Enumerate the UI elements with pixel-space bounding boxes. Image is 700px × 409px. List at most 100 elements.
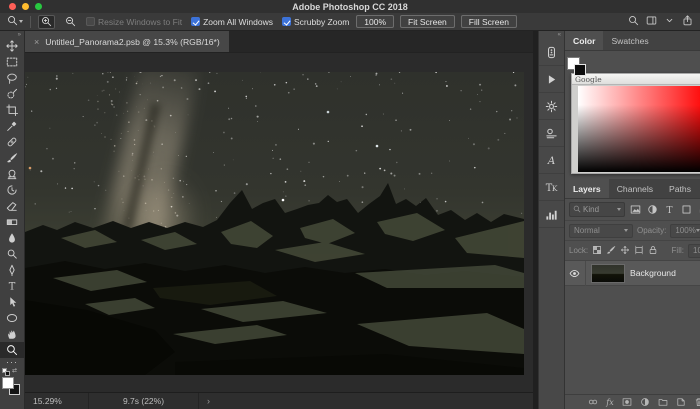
- checkbox-zoom-all-windows[interactable]: Zoom All Windows: [191, 17, 273, 27]
- eyedropper-tool[interactable]: [0, 118, 25, 134]
- checkbox-box[interactable]: [282, 17, 291, 26]
- fill-select[interactable]: 100%: [688, 244, 700, 258]
- color-tab-color[interactable]: Color: [565, 31, 603, 50]
- dock-properties-icon[interactable]: [539, 39, 565, 66]
- hand-tool[interactable]: [0, 326, 25, 342]
- google-overlay-window[interactable]: Google □ ×: [571, 73, 700, 174]
- history-brush-tool[interactable]: [0, 182, 25, 198]
- dock-tone-icon[interactable]: [539, 120, 565, 147]
- search-icon: [573, 205, 581, 215]
- chevron-down-icon[interactable]: [664, 15, 675, 28]
- lasso-tool[interactable]: [0, 70, 25, 86]
- layers-tab-layers[interactable]: Layers: [565, 179, 609, 198]
- new-adjustment-icon[interactable]: [640, 397, 650, 407]
- layer-visibility-icon[interactable]: [569, 268, 580, 279]
- checkbox-box[interactable]: [191, 17, 200, 26]
- checkbox-scrubby-zoom[interactable]: Scrubby Zoom: [282, 17, 349, 27]
- delete-layer-icon[interactable]: [694, 397, 700, 407]
- lock-all-icon[interactable]: [648, 245, 658, 257]
- eraser-tool[interactable]: [0, 198, 25, 214]
- healing-tool[interactable]: [0, 134, 25, 150]
- layers-blend-row: Normal Opacity: 100%: [565, 221, 700, 241]
- link-layers-icon[interactable]: [588, 397, 598, 407]
- close-window-icon[interactable]: [9, 3, 16, 10]
- color-tab-swatches[interactable]: Swatches: [603, 31, 656, 50]
- dock-tk-actions-icon[interactable]: TK: [539, 174, 565, 201]
- add-mask-icon[interactable]: [622, 397, 632, 407]
- zoom-in-button[interactable]: [38, 15, 55, 29]
- new-group-icon[interactable]: [658, 397, 668, 407]
- zoom-tool[interactable]: [0, 342, 25, 358]
- switch-colors-icon[interactable]: ⇄: [12, 367, 17, 374]
- zoom-out-button[interactable]: [62, 15, 79, 29]
- filter-pixel-layers-icon[interactable]: [630, 204, 641, 215]
- document-tab[interactable]: × Untitled_Panorama2.psb @ 15.3% (RGB/16…: [25, 31, 229, 52]
- blend-mode-select[interactable]: Normal: [569, 224, 633, 238]
- edit-toolbar-icon[interactable]: ···: [6, 358, 18, 367]
- layer-thumbnail[interactable]: [591, 264, 625, 283]
- layers-tab-channels[interactable]: Channels: [609, 179, 661, 198]
- tool-preset[interactable]: [7, 15, 23, 28]
- dock-histogram-icon[interactable]: [539, 201, 565, 228]
- status-flyout-icon[interactable]: ›: [207, 396, 210, 406]
- dock-actions-icon[interactable]: [539, 66, 565, 93]
- dock-light-source-icon[interactable]: [539, 93, 565, 120]
- 100-button[interactable]: 100%: [356, 15, 394, 28]
- workspace-switcher-icon[interactable]: [646, 15, 657, 28]
- close-tab-icon[interactable]: ×: [34, 37, 39, 47]
- path-select-tool[interactable]: [0, 294, 25, 310]
- layer-filter-kind-select[interactable]: Kind: [569, 202, 625, 217]
- fillscreen-button[interactable]: Fill Screen: [461, 15, 517, 28]
- layer-row[interactable]: Background: [565, 261, 700, 286]
- clone-stamp-tool[interactable]: [0, 166, 25, 182]
- dock-expand-icon[interactable]: «: [558, 31, 561, 39]
- minimize-window-icon[interactable]: [22, 3, 29, 10]
- foreground-color-swatch[interactable]: [2, 377, 14, 389]
- lock-position-icon[interactable]: [620, 245, 630, 257]
- checkbox-resize-windows-to-fit[interactable]: Resize Windows to Fit: [86, 17, 182, 27]
- checkbox-label: Resize Windows to Fit: [98, 17, 182, 27]
- filter-type-layers-icon[interactable]: T: [664, 204, 675, 215]
- maximize-window-icon[interactable]: [35, 3, 42, 10]
- lock-transparent-icon[interactable]: [592, 245, 602, 257]
- filter-shape-layers-icon[interactable]: [681, 204, 692, 215]
- share-icon[interactable]: [682, 15, 693, 28]
- opacity-select[interactable]: 100%: [670, 224, 700, 238]
- shape-tool[interactable]: [0, 310, 25, 326]
- type-tool[interactable]: T: [0, 278, 25, 294]
- lock-paint-icon[interactable]: [606, 245, 616, 257]
- document-tab-bar: × Untitled_Panorama2.psb @ 15.3% (RGB/16…: [25, 31, 533, 53]
- blur-tool[interactable]: [0, 230, 25, 246]
- filter-adjustment-layers-icon[interactable]: [647, 204, 658, 215]
- titlebar: Adobe Photoshop CC 2018: [0, 0, 700, 13]
- background-color-swatch-panel[interactable]: [574, 64, 586, 76]
- toolbar-collapse-icon[interactable]: »: [18, 31, 21, 38]
- dodge-tool[interactable]: [0, 246, 25, 262]
- crop-tool[interactable]: [0, 102, 25, 118]
- brush-tool[interactable]: [0, 150, 25, 166]
- gradient-tool[interactable]: [0, 214, 25, 230]
- google-window-titlebar[interactable]: Google □ ×: [572, 74, 700, 85]
- fitscreen-button[interactable]: Fit Screen: [400, 15, 455, 28]
- status-document-info[interactable]: 9.7s (22%): [89, 393, 199, 409]
- main-area: » T ··· ⇄ × Untitled_Panorama2.psb @ 15.…: [0, 31, 700, 409]
- checkbox-label: Zoom All Windows: [203, 17, 273, 27]
- layer-style-icon[interactable]: fx: [606, 398, 613, 407]
- search-icon[interactable]: [628, 15, 639, 28]
- dock-glyph-a-icon[interactable]: A: [539, 147, 565, 174]
- quick-select-tool[interactable]: [0, 86, 25, 102]
- window-controls[interactable]: [9, 3, 42, 10]
- checkbox-box[interactable]: [86, 17, 95, 26]
- status-zoom-level[interactable]: 15.29%: [25, 393, 89, 409]
- lock-artboard-icon[interactable]: [634, 245, 644, 257]
- pen-tool[interactable]: [0, 262, 25, 278]
- canvas-image[interactable]: [25, 72, 524, 375]
- layers-tab-paths[interactable]: Paths: [661, 179, 699, 198]
- marquee-tool[interactable]: [0, 54, 25, 70]
- lock-label: Lock:: [569, 246, 588, 255]
- saturation-brightness-field[interactable]: [578, 86, 700, 172]
- new-layer-icon[interactable]: [676, 397, 686, 407]
- move-tool[interactable]: [0, 38, 25, 54]
- color-swatches: ⇄: [1, 370, 23, 396]
- svg-text:T: T: [9, 282, 16, 292]
